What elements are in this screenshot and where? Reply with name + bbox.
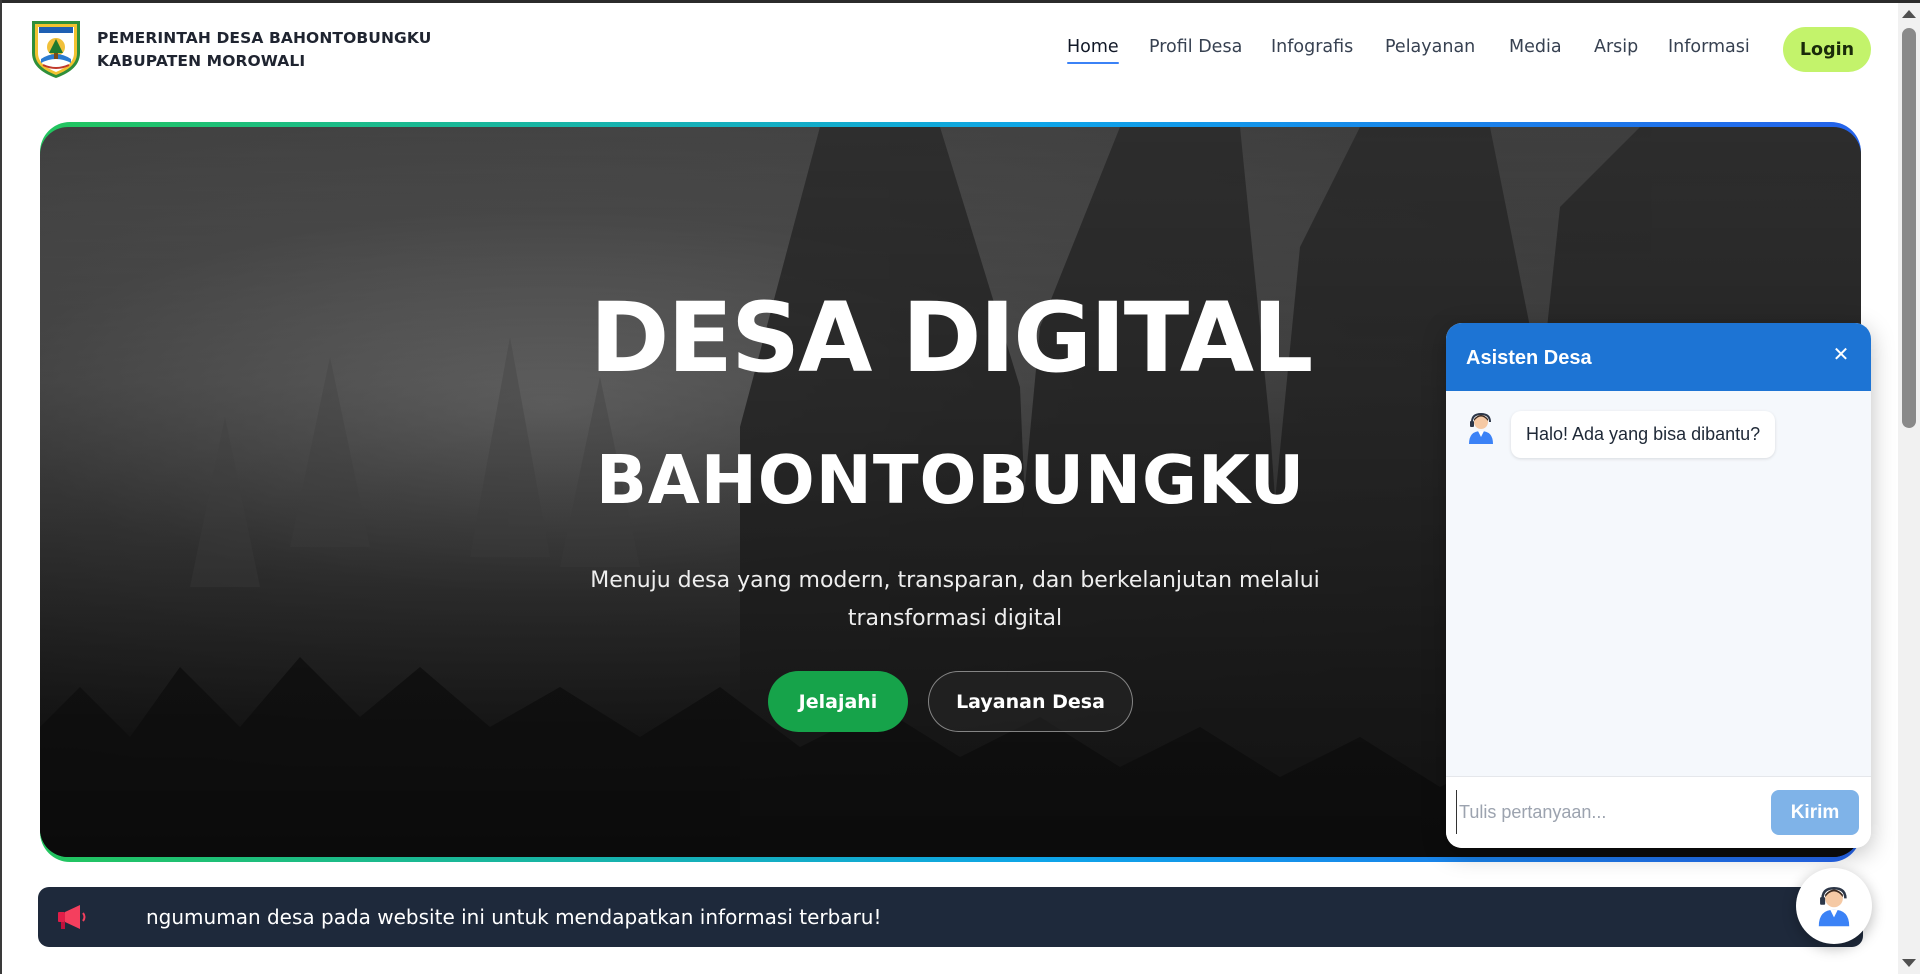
scroll-up-arrow-icon[interactable] bbox=[1902, 10, 1916, 18]
megaphone-icon bbox=[56, 904, 88, 931]
nav-media[interactable]: Media bbox=[1509, 37, 1562, 57]
nav-pelayanan[interactable]: Pelayanan bbox=[1385, 37, 1475, 57]
chat-widget: Asisten Desa ✕ Halo! Ada yang bisa diban… bbox=[1446, 323, 1871, 848]
support-agent-icon bbox=[1818, 886, 1850, 927]
nav-arsip[interactable]: Arsip bbox=[1594, 37, 1638, 57]
nav-infografis[interactable]: Infografis bbox=[1271, 37, 1353, 57]
nav-profil-desa[interactable]: Profil Desa bbox=[1149, 37, 1242, 57]
chat-messages: Halo! Ada yang bisa dibantu? bbox=[1446, 391, 1871, 776]
nav-informasi[interactable]: Informasi bbox=[1668, 37, 1750, 57]
announcement-bar: ngumuman desa pada website ini untuk men… bbox=[38, 887, 1863, 947]
page-scrollbar[interactable] bbox=[1898, 3, 1920, 974]
main-nav: Home Profil Desa Infografis Pelayanan Me… bbox=[0, 37, 1898, 67]
close-icon[interactable]: ✕ bbox=[1829, 343, 1853, 367]
explore-button[interactable]: Jelajahi bbox=[768, 671, 908, 732]
scroll-thumb[interactable] bbox=[1902, 28, 1916, 428]
site-header: PEMERINTAH DESA BAHONTOBUNGKU KABUPATEN … bbox=[0, 3, 1898, 98]
chat-header: Asisten Desa ✕ bbox=[1446, 323, 1871, 391]
chat-question-input[interactable] bbox=[1456, 790, 1756, 834]
village-services-button[interactable]: Layanan Desa bbox=[928, 671, 1133, 732]
announcement-text: ngumuman desa pada website ini untuk men… bbox=[146, 905, 882, 929]
hero-description: Menuju desa yang modern, transparan, dan… bbox=[590, 568, 1320, 631]
window-frame-left bbox=[0, 0, 2, 974]
announcement-mask bbox=[98, 887, 144, 947]
login-button[interactable]: Login bbox=[1783, 27, 1871, 72]
support-agent-icon bbox=[1466, 411, 1496, 445]
chat-input-bar: Kirim bbox=[1446, 776, 1871, 848]
scroll-down-arrow-icon[interactable] bbox=[1902, 959, 1916, 967]
bot-message: Halo! Ada yang bisa dibantu? bbox=[1511, 411, 1776, 458]
chat-title: Asisten Desa bbox=[1466, 347, 1592, 369]
chat-toggle-button[interactable] bbox=[1796, 868, 1872, 944]
send-button[interactable]: Kirim bbox=[1771, 790, 1859, 835]
nav-home[interactable]: Home bbox=[1067, 37, 1119, 64]
